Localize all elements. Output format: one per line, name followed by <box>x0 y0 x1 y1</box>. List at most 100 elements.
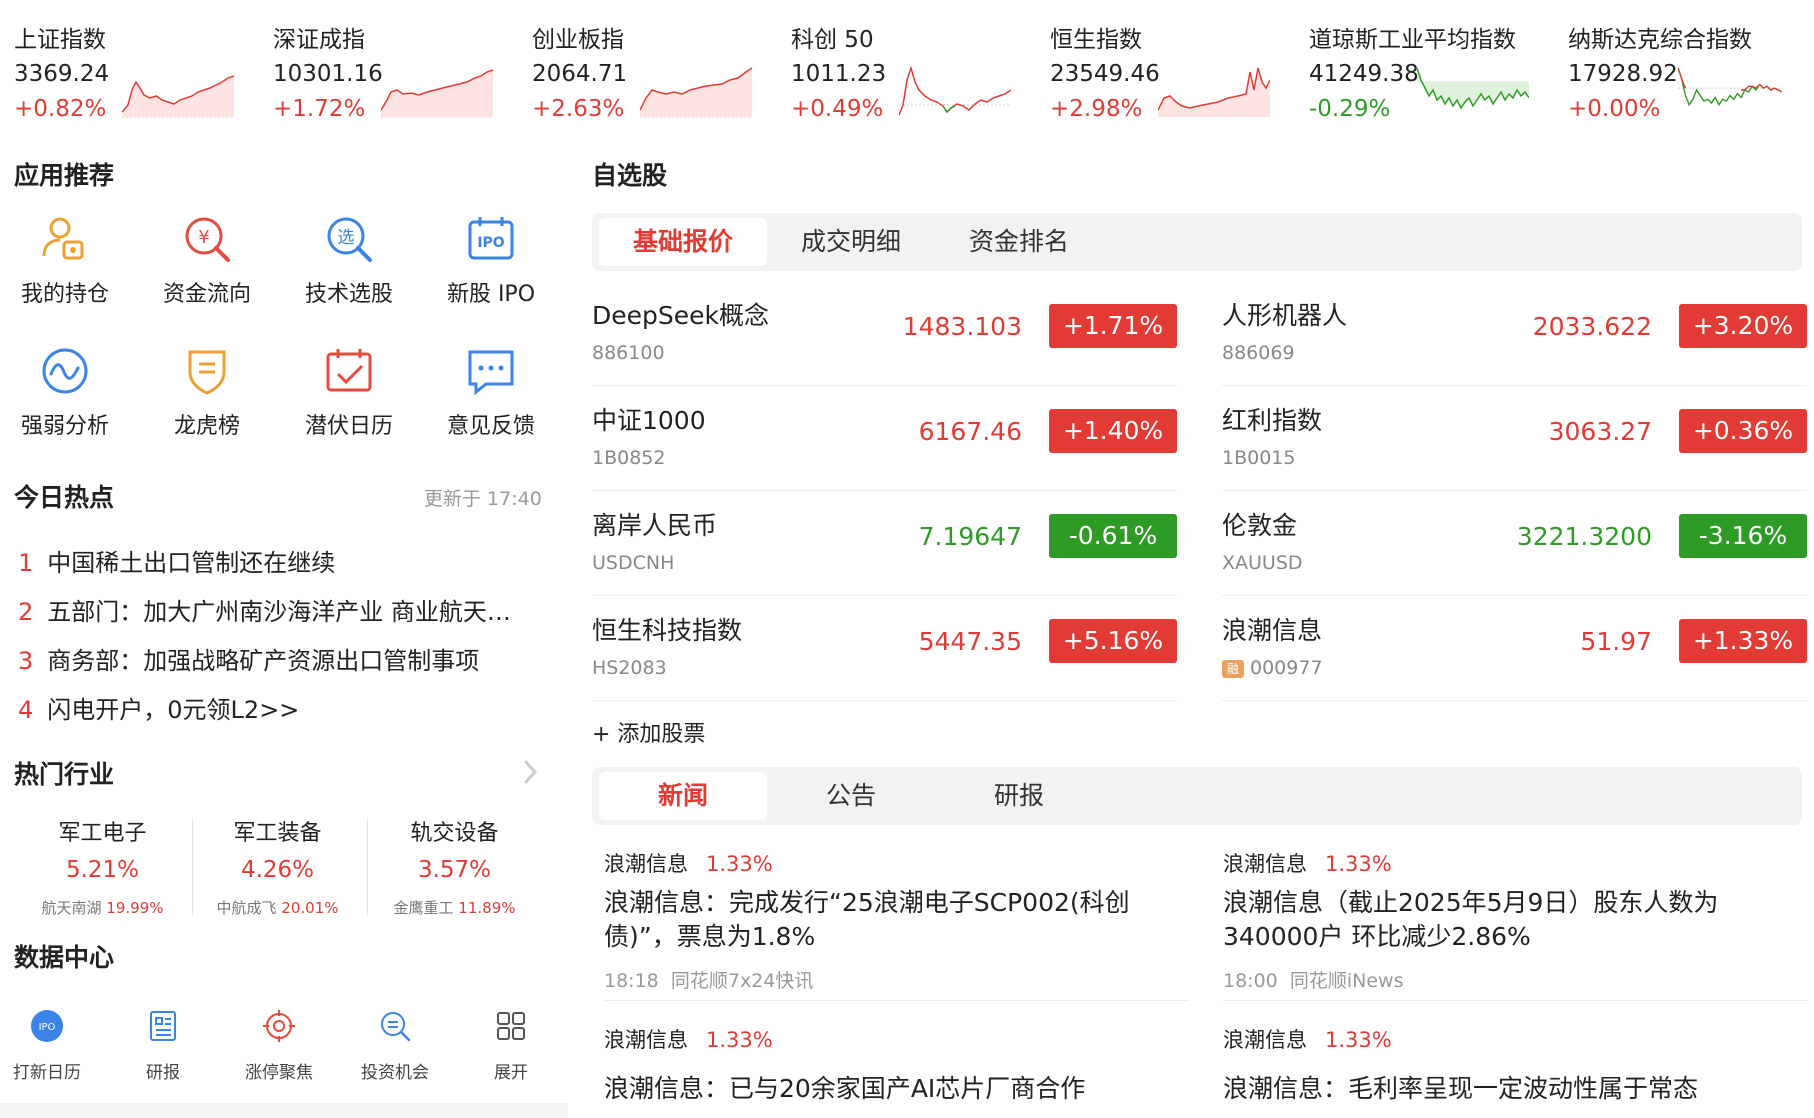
datacenter-label: 研报 <box>146 1063 180 1083</box>
news-item[interactable]: 浪潮信息 1.33% 浪潮信息：毛利率呈现一定波动性属于常态 <box>1223 1024 1768 1106</box>
tab-announcements[interactable]: 公告 <box>767 772 935 820</box>
app-strength-analysis[interactable]: 强弱分析 <box>0 344 130 440</box>
add-stock-button[interactable]: + 添加股票 <box>592 716 705 748</box>
index-change: +0.82% <box>14 96 107 122</box>
watchlist-row[interactable]: 恒生科技指数 HS2083 5447.35 +5.16% <box>592 597 1177 701</box>
news-source: 同花顺iNews <box>1289 970 1404 992</box>
tab-research[interactable]: 研报 <box>935 772 1103 820</box>
app-feedback[interactable]: 意见反馈 <box>426 344 556 440</box>
hot-news-item[interactable]: 1 中国稀土出口管制还在继续 <box>18 543 533 578</box>
industry-leader: 中航成飞 20.01% <box>190 897 365 918</box>
news-stock: 浪潮信息 <box>604 1028 688 1052</box>
index-card-chinext[interactable]: 创业板指 2064.71 +2.63% <box>532 20 782 125</box>
bottom-divider <box>0 1103 568 1118</box>
datacenter-expand[interactable]: 展开 <box>456 1008 566 1083</box>
watchlist-section-title: 自选股 <box>592 161 668 190</box>
hot-news-item[interactable]: 2 五部门：加大广州南沙海洋产业 商业航天支持力度 <box>18 592 533 627</box>
stock-name: 伦敦金 <box>1222 511 1298 540</box>
app-money-flow[interactable]: ¥ 资金流向 <box>142 212 272 308</box>
stock-code: 886100 <box>592 342 665 364</box>
datacenter-limit-up[interactable]: 涨停聚焦 <box>224 1008 334 1083</box>
divider <box>604 1000 1189 1001</box>
index-change: +2.63% <box>532 96 625 122</box>
chevron-right-icon[interactable] <box>522 758 538 786</box>
index-value: 10301.16 <box>273 61 383 87</box>
index-change: +0.49% <box>791 96 884 122</box>
industry-leader: 航天南湖 19.99% <box>15 897 190 918</box>
hot-rank: 4 <box>18 696 34 724</box>
datacenter-label: 投资机会 <box>361 1063 429 1083</box>
apps-section-title: 应用推荐 <box>14 161 115 190</box>
watchlist-row[interactable]: DeepSeek概念 886100 1483.103 +1.71% <box>592 282 1177 386</box>
industry-card[interactable]: 军工电子 5.21% 航天南湖 19.99% <box>15 815 190 918</box>
industry-card[interactable]: 军工装备 4.26% 中航成飞 20.01% <box>190 815 365 918</box>
feedback-icon <box>468 350 514 396</box>
stock-name: DeepSeek概念 <box>592 301 769 330</box>
watchlist-row[interactable]: 红利指数 1B0015 3063.27 +0.36% <box>1222 387 1807 491</box>
news-header: 浪潮信息 1.33% <box>1223 848 1768 878</box>
leader-stock: 中航成飞 <box>216 899 277 917</box>
tab-fund-ranking[interactable]: 资金排名 <box>935 218 1103 266</box>
app-label: 技术选股 <box>304 282 393 307</box>
strength-analysis-icon <box>42 348 88 394</box>
hot-text: 中国稀土出口管制还在继续 <box>47 549 336 577</box>
index-card-star50[interactable]: 科创 50 1011.23 +0.49% <box>791 20 1041 125</box>
stock-code: 000977 <box>1250 657 1323 679</box>
sparkline-chart <box>381 69 493 118</box>
stock-name: 中证1000 <box>592 406 706 435</box>
index-card-sse[interactable]: 上证指数 3369.24 +0.82% <box>14 20 264 125</box>
datacenter-opportunity[interactable]: 投资机会 <box>340 1008 450 1083</box>
stock-name: 浪潮信息 <box>1222 616 1323 645</box>
tab-trade-detail[interactable]: 成交明细 <box>767 218 935 266</box>
stock-code: 1B0852 <box>592 447 666 469</box>
watchlist-row[interactable]: 浪潮信息 融 000977 51.97 +1.33% <box>1222 597 1807 701</box>
news-stock: 浪潮信息 <box>1223 852 1307 876</box>
stock-price: 2033.622 <box>1532 312 1652 341</box>
watchlist-row[interactable]: 伦敦金 XAUUSD 3221.3200 -3.16% <box>1222 492 1807 596</box>
datacenter-label: 涨停聚焦 <box>245 1063 313 1083</box>
hot-news-item[interactable]: 4 闪电开户，0元领L2>> <box>18 690 533 725</box>
app-new-ipo[interactable]: IPO 新股 IPO <box>426 212 556 308</box>
stock-name: 人形机器人 <box>1222 301 1348 330</box>
news-item[interactable]: 浪潮信息 1.33% 浪潮信息（截止2025年5月9日）股东人数为340000户 … <box>1223 848 1768 993</box>
stock-price: 1483.103 <box>902 312 1022 341</box>
industry-card[interactable]: 轨交设备 3.57% 金鹰重工 11.89% <box>367 815 542 918</box>
datacenter-label: 展开 <box>494 1063 528 1083</box>
portfolio-icon <box>42 217 84 260</box>
datacenter-reports[interactable]: 研报 <box>108 1008 218 1083</box>
search-opportunity-icon <box>381 1012 411 1042</box>
hot-rank: 1 <box>18 549 34 577</box>
app-tech-picker[interactable]: 选 技术选股 <box>284 212 414 308</box>
leader-stock: 金鹰重工 <box>393 899 454 917</box>
tab-news[interactable]: 新闻 <box>599 772 767 820</box>
index-strip: 上证指数 3369.24 +0.82% 深证成指 10301.16 +1.72%… <box>0 0 1814 130</box>
app-my-holdings[interactable]: 我的持仓 <box>0 212 130 308</box>
app-latent-calendar[interactable]: 潜伏日历 <box>284 344 414 440</box>
stock-name: 恒生科技指数 <box>592 616 743 645</box>
news-item[interactable]: 浪潮信息 1.33% 浪潮信息：完成发行“25浪潮电子SCP002(科创债)”，票… <box>604 848 1149 993</box>
watchlist-row[interactable]: 离岸人民币 USDCNH 7.19647 -0.61% <box>592 492 1177 596</box>
news-item[interactable]: 浪潮信息 1.33% 浪潮信息：已与20余家国产AI芯片厂商合作 <box>604 1024 1149 1106</box>
index-card-hsi[interactable]: 恒生指数 23549.46 +2.98% <box>1050 20 1300 125</box>
industry-pct: 4.26% <box>240 857 315 883</box>
index-name: 深证成指 <box>273 27 365 53</box>
index-card-nasdaq[interactable]: 纳斯达克综合指数 17928.92 +0.00% <box>1568 20 1814 125</box>
stock-code: HS2083 <box>592 657 667 679</box>
app-dragon-tiger[interactable]: 龙虎榜 <box>142 344 272 440</box>
index-card-szse[interactable]: 深证成指 10301.16 +1.72% <box>273 20 523 125</box>
datacenter-ipo-calendar[interactable]: IPO 打新日历 <box>0 1008 102 1083</box>
watchlist-row[interactable]: 中证1000 1B0852 6167.46 +1.40% <box>592 387 1177 491</box>
sparkline-chart <box>1678 67 1782 107</box>
tab-basic-quote[interactable]: 基础报价 <box>599 218 767 266</box>
datacenter-label: 打新日历 <box>13 1063 81 1083</box>
hot-section-title: 今日热点 <box>14 483 115 512</box>
stock-price: 3221.3200 <box>1516 522 1652 551</box>
dragon-tiger-icon <box>188 350 226 395</box>
news-time: 18:00 <box>1223 970 1278 992</box>
watchlist-row[interactable]: 人形机器人 886069 2033.622 +3.20% <box>1222 282 1807 386</box>
hot-text: 商务部：加强战略矿产资源出口管制事项 <box>47 647 480 675</box>
grid-icon <box>497 1012 525 1040</box>
index-card-dji[interactable]: 道琼斯工业平均指数 41249.38 -0.29% <box>1309 20 1559 125</box>
index-value: 1011.23 <box>791 61 887 87</box>
hot-news-item[interactable]: 3 商务部：加强战略矿产资源出口管制事项 <box>18 641 533 676</box>
